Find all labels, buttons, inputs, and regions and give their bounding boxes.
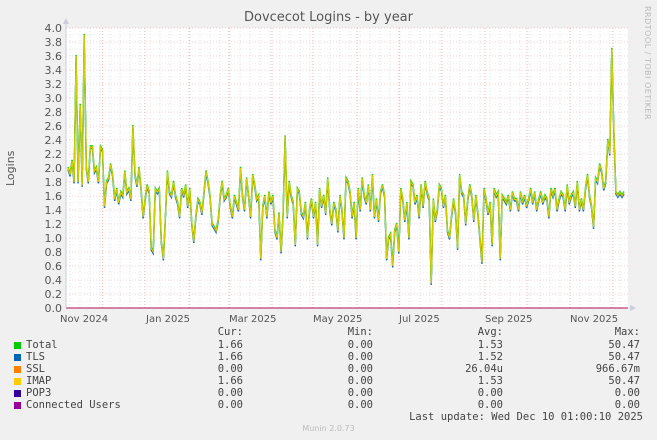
legend-series-name: Connected Users <box>26 399 121 411</box>
legend: Cur: Min: Avg: Max: Total 1.66 0.00 1.53 50.47 … <box>0 326 657 416</box>
y-tick-label: 1.0 <box>45 232 63 245</box>
legend-avg-value: 1.53 <box>477 375 503 387</box>
legend-min-value: 0.00 <box>347 363 373 375</box>
last-update: Last update: Wed Dec 10 01:00:10 2025 <box>409 411 643 423</box>
legend-cur-value: 0.00 <box>217 363 243 375</box>
y-tick-label: 1.6 <box>45 190 63 203</box>
y-tick-label: 3.4 <box>45 64 63 77</box>
legend-avg-value: 1.53 <box>477 339 503 351</box>
legend-header-cur: Cur: <box>217 326 243 338</box>
legend-swatch <box>14 378 21 385</box>
y-tick-label: 3.6 <box>45 50 63 63</box>
legend-row: Total 1.66 0.00 1.53 50.47 <box>0 339 657 351</box>
legend-swatch <box>14 354 21 361</box>
legend-header-max: Max: <box>614 326 640 338</box>
munin-version: Munin 2.0.73 <box>302 424 355 433</box>
legend-cur-value: 0.00 <box>217 399 243 411</box>
legend-cur-value: 1.66 <box>217 339 243 351</box>
legend-min-value: 0.00 <box>347 375 373 387</box>
y-tick-label: 2.4 <box>45 134 63 147</box>
legend-min-value: 0.00 <box>347 387 373 399</box>
legend-swatch <box>14 342 21 349</box>
legend-row: POP3 0.00 0.00 0.00 0.00 <box>0 387 657 399</box>
legend-swatch <box>14 366 21 373</box>
y-tick-label: 2.0 <box>45 162 63 175</box>
legend-max-value: 0.00 <box>614 387 640 399</box>
y-tick-label: 1.8 <box>45 176 63 189</box>
legend-avg-value: 26.04u <box>465 363 503 375</box>
legend-cur-value: 1.66 <box>217 375 243 387</box>
legend-row: Connected Users 0.00 0.00 0.00 0.00 <box>0 399 657 411</box>
y-tick-label: 3.0 <box>45 92 63 105</box>
legend-min-value: 0.00 <box>347 351 373 363</box>
x-tick-label: Nov 2024 <box>60 314 108 325</box>
x-tick-label: Mar 2025 <box>229 314 277 325</box>
munin-graph: Dovcecot Logins - by year Logins RRDTOOL… <box>0 0 657 440</box>
legend-row: SSL 0.00 0.00 26.04u 966.67m <box>0 363 657 375</box>
y-tick-label: 2.6 <box>45 120 63 133</box>
y-tick-label: 1.2 <box>45 218 63 231</box>
legend-swatch <box>14 402 21 409</box>
legend-series-name: Total <box>26 339 58 351</box>
x-tick-label: Jul 2025 <box>398 314 440 325</box>
y-tick-label: 0.4 <box>45 274 63 287</box>
y-tick-label: 0.8 <box>45 246 63 259</box>
legend-max-value: 50.47 <box>608 339 640 351</box>
x-tick-label: May 2025 <box>313 314 362 325</box>
chart-plot: 0.00.20.40.60.81.01.21.41.61.82.02.22.42… <box>45 18 636 325</box>
legend-row: TLS 1.66 0.00 1.52 50.47 <box>0 351 657 363</box>
y-tick-label: 0.6 <box>45 260 63 273</box>
x-tick-label: Sep 2025 <box>485 314 532 325</box>
legend-series-name: POP3 <box>26 387 52 399</box>
legend-max-value: 966.67m <box>595 363 640 375</box>
legend-cur-value: 1.66 <box>217 351 243 363</box>
y-tick-label: 0.2 <box>45 288 63 301</box>
legend-header-min: Min: <box>347 326 373 338</box>
legend-series-name: SSL <box>26 363 45 375</box>
legend-avg-value: 0.00 <box>477 387 503 399</box>
y-tick-label: 3.2 <box>45 78 63 91</box>
y-axis-arrow-icon <box>63 18 69 24</box>
legend-header-avg: Avg: <box>477 326 503 338</box>
y-tick-label: 4.0 <box>45 22 63 35</box>
legend-avg-value: 1.52 <box>477 351 503 363</box>
y-tick-label: 3.8 <box>45 36 63 49</box>
legend-avg-value: 0.00 <box>477 399 503 411</box>
y-tick-label: 1.4 <box>45 204 63 217</box>
x-tick-label: Nov 2025 <box>570 314 618 325</box>
legend-swatch <box>14 390 21 397</box>
legend-max-value: 0.00 <box>614 399 640 411</box>
legend-row: IMAP 1.66 0.00 1.53 50.47 <box>0 375 657 387</box>
y-tick-label: 2.2 <box>45 148 63 161</box>
legend-min-value: 0.00 <box>347 339 373 351</box>
legend-max-value: 50.47 <box>608 375 640 387</box>
legend-cur-value: 0.00 <box>217 387 243 399</box>
legend-min-value: 0.00 <box>347 399 373 411</box>
legend-series-name: TLS <box>26 351 45 363</box>
x-axis-arrow-icon <box>630 305 636 311</box>
legend-max-value: 50.47 <box>608 351 640 363</box>
y-tick-label: 2.8 <box>45 106 63 119</box>
x-tick-label: Jan 2025 <box>145 314 190 325</box>
legend-series-name: IMAP <box>26 375 52 387</box>
